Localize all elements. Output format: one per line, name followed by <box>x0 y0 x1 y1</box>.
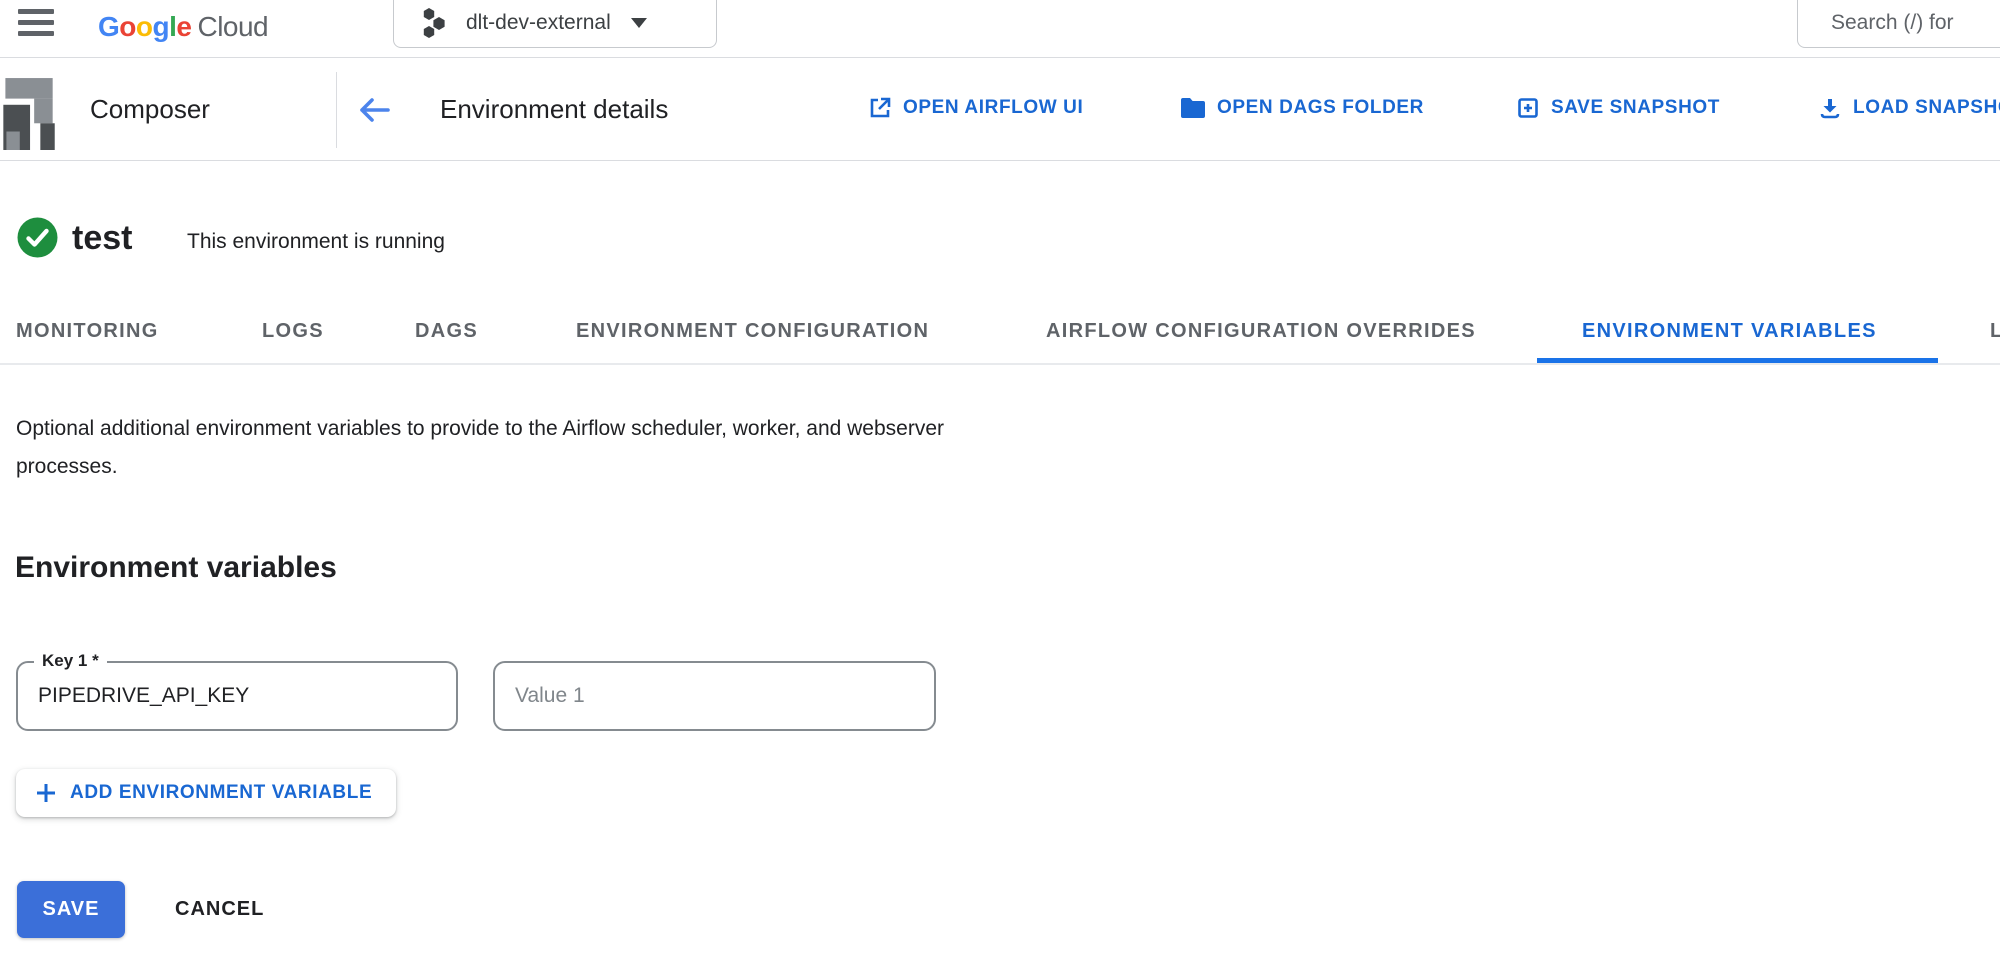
environment-name: test <box>72 219 132 258</box>
product-header: Composer Environment details OPEN AIRFLO… <box>0 59 2000 161</box>
plus-icon <box>34 781 58 805</box>
add-environment-variable-button[interactable]: ADD ENVIRONMENT VARIABLE <box>16 769 396 817</box>
tab-bar: MONITORING LOGS DAGS ENVIRONMENT CONFIGU… <box>0 300 2000 365</box>
logo-letter: o <box>119 11 136 42</box>
cancel-button[interactable]: CANCEL <box>165 881 274 938</box>
open-airflow-ui-button[interactable]: OPEN AIRFLOW UI <box>868 96 1083 120</box>
section-heading: Environment variables <box>15 551 337 585</box>
tab-dags[interactable]: DAGS <box>415 320 478 343</box>
key-input[interactable] <box>18 663 456 729</box>
product-name: Composer <box>90 94 210 125</box>
back-arrow-icon[interactable] <box>356 95 392 125</box>
key-field: Key 1 * <box>16 661 458 731</box>
tab-monitoring[interactable]: MONITORING <box>16 320 159 343</box>
action-label: OPEN AIRFLOW UI <box>903 97 1083 119</box>
open-dags-folder-button[interactable]: OPEN DAGS FOLDER <box>1180 96 1424 120</box>
project-name: dlt-dev-external <box>466 11 611 35</box>
add-button-label: ADD ENVIRONMENT VARIABLE <box>70 782 372 804</box>
action-label: LOAD SNAPSHOT <box>1853 97 2000 119</box>
google-cloud-logo: GoogleCloud <box>98 11 268 43</box>
page-title: Environment details <box>440 94 668 125</box>
search-input[interactable] <box>1831 11 2000 35</box>
project-hexagons-icon <box>420 6 448 40</box>
hamburger-menu-icon[interactable] <box>18 9 54 43</box>
project-selector[interactable]: dlt-dev-external <box>393 0 717 48</box>
tab-logs[interactable]: LOGS <box>262 320 324 343</box>
download-icon <box>1818 96 1842 120</box>
logo-letter: e <box>176 11 191 42</box>
action-label: OPEN DAGS FOLDER <box>1217 97 1424 119</box>
key-field-label: Key 1 * <box>34 651 107 671</box>
search-box <box>1797 0 2000 48</box>
save-snapshot-icon <box>1516 96 1540 120</box>
logo-cloud-text: Cloud <box>197 11 268 42</box>
top-app-bar: GoogleCloud dlt-dev-external <box>0 0 2000 58</box>
logo-letter: G <box>98 11 119 42</box>
folder-icon <box>1180 96 1206 120</box>
save-button[interactable]: SAVE <box>17 881 125 938</box>
status-running-icon <box>17 217 58 258</box>
chevron-down-icon <box>631 18 647 28</box>
value-field <box>493 661 936 731</box>
environment-status-message: This environment is running <box>187 230 445 254</box>
tab-environment-variables[interactable]: ENVIRONMENT VARIABLES <box>1582 320 1877 343</box>
tab-labels[interactable]: LABELS <box>1990 320 2000 343</box>
composer-logo-icon <box>0 76 58 150</box>
divider <box>336 72 337 148</box>
section-description: Optional additional environment variable… <box>16 410 1036 486</box>
external-link-icon <box>868 96 892 120</box>
load-snapshot-button[interactable]: LOAD SNAPSHOT <box>1818 96 2000 120</box>
action-label: SAVE SNAPSHOT <box>1551 97 1720 119</box>
active-tab-indicator <box>1537 358 1938 363</box>
tab-airflow-configuration-overrides[interactable]: AIRFLOW CONFIGURATION OVERRIDES <box>1046 320 1476 343</box>
logo-letter: o <box>136 11 153 42</box>
tab-environment-configuration[interactable]: ENVIRONMENT CONFIGURATION <box>576 320 929 343</box>
logo-letter: g <box>153 11 170 42</box>
save-snapshot-button[interactable]: SAVE SNAPSHOT <box>1516 96 1720 120</box>
value-input[interactable] <box>495 663 934 729</box>
